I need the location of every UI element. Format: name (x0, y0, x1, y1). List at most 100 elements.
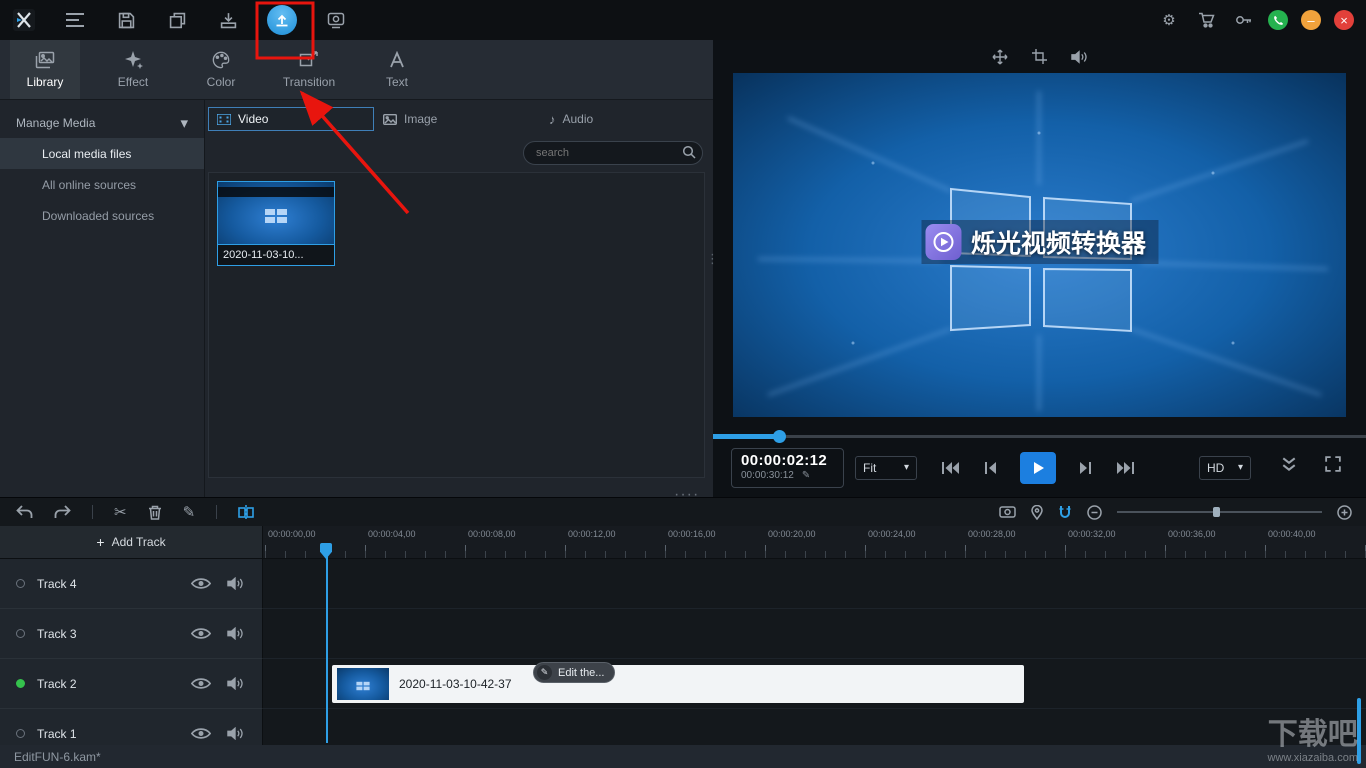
track-lane[interactable] (263, 709, 1366, 746)
media-tab-video[interactable]: Video (208, 107, 374, 131)
current-time: 00:00:02:12 (741, 452, 834, 469)
skip-to-end-icon[interactable] (1116, 461, 1135, 475)
track-enable-dot[interactable] (16, 579, 25, 588)
tab-text[interactable]: Text (362, 40, 432, 99)
track-header: Track 4 (0, 559, 263, 609)
ruler-label: 00:00:40,00 (1268, 529, 1316, 539)
tab-effect[interactable]: Effect (98, 40, 168, 99)
panel-resize-handle[interactable]: ⋮ (706, 255, 719, 262)
edit-icon[interactable]: ✎ (183, 505, 196, 520)
video-preview[interactable]: 烁光视频转换器 (733, 73, 1346, 417)
track-lane[interactable]: 2020-11-03-10-42-37 ✎ Edit the... (263, 659, 1366, 709)
eye-icon[interactable] (190, 727, 212, 740)
collapse-preview-icon[interactable] (1281, 456, 1297, 472)
key-icon[interactable] (1231, 8, 1255, 32)
previous-frame-icon[interactable] (983, 461, 997, 475)
manage-media-dropdown[interactable]: Manage Media ▾ (0, 108, 204, 138)
split-icon[interactable] (238, 505, 254, 520)
library-icon (35, 51, 55, 69)
tab-label: Effect (118, 75, 148, 89)
clip-label: 2020-11-03-10-42-37 (399, 677, 512, 691)
effect-icon (123, 51, 143, 69)
save-icon[interactable] (114, 8, 138, 32)
settings-gear-icon[interactable]: ⚙ (1157, 8, 1181, 32)
track-enable-dot[interactable] (16, 729, 25, 738)
playhead-line[interactable] (326, 545, 328, 743)
sidebar-item-local-media[interactable]: Local media files (0, 138, 204, 169)
total-time: 00:00:30:12 (741, 470, 794, 481)
search-icon[interactable] (682, 145, 696, 159)
project-filename: EditFUN-6.kam* (14, 750, 101, 764)
timeline-ruler[interactable]: 00:00:00,00 00:00:04,00 00:00:08,00 00:0… (263, 526, 1366, 559)
clip-thumbnail (337, 668, 389, 700)
redo-icon[interactable] (54, 505, 71, 519)
playback-controls: 00:00:02:12 00:00:30:12 ✎ Fit ▾ (713, 445, 1366, 493)
zoom-slider-handle[interactable] (1213, 507, 1220, 517)
play-button[interactable] (1020, 452, 1056, 484)
skip-to-start-icon[interactable] (941, 461, 960, 475)
speaker-icon[interactable] (224, 577, 246, 590)
clip-edit-tooltip[interactable]: ✎ Edit the... (533, 662, 615, 683)
media-item[interactable]: 2020-11-03-10... (217, 181, 335, 266)
speaker-icon[interactable] (224, 627, 246, 640)
video-overlay-brand: 烁光视频转换器 (921, 220, 1158, 264)
eye-icon[interactable] (190, 677, 212, 690)
move-icon[interactable] (992, 49, 1008, 65)
marker-icon[interactable] (1031, 505, 1043, 520)
crop-icon[interactable] (1032, 49, 1047, 64)
media-tab-image[interactable]: Image (374, 107, 540, 131)
sidebar-item-online-sources[interactable]: All online sources (0, 169, 204, 200)
minimize-icon[interactable]: – (1301, 10, 1321, 30)
media-tab-audio[interactable]: ♪ Audio (540, 107, 706, 131)
search-input[interactable] (523, 141, 703, 165)
upload-icon[interactable] (267, 5, 297, 35)
eye-icon[interactable] (190, 627, 212, 640)
add-track-button[interactable]: + Add Track (0, 526, 263, 559)
tab-library[interactable]: Library (10, 40, 80, 99)
tab-transition[interactable]: Transition (274, 40, 344, 99)
quality-dropdown[interactable]: HD ▾ (1199, 456, 1251, 480)
track-name: Track 3 (37, 627, 178, 641)
speaker-icon[interactable] (224, 727, 246, 740)
next-frame-icon[interactable] (1079, 461, 1093, 475)
menu-icon[interactable] (63, 8, 87, 32)
render-preview-icon[interactable] (999, 505, 1016, 519)
edit-duration-icon[interactable]: ✎ (802, 471, 810, 481)
seek-progress (713, 434, 779, 439)
zoom-out-icon[interactable] (1087, 505, 1102, 520)
ruler-label: 00:00:32,00 (1068, 529, 1116, 539)
time-display: 00:00:02:12 00:00:30:12 ✎ (731, 448, 844, 488)
media-browser: Video Image ♪ Audio (205, 100, 713, 497)
cut-icon[interactable]: ✂ (114, 505, 127, 520)
export-icon[interactable] (165, 8, 189, 32)
track-enable-dot[interactable] (16, 679, 25, 688)
vertical-scrollbar[interactable] (1357, 698, 1361, 764)
zoom-in-icon[interactable] (1337, 505, 1352, 520)
cart-icon[interactable] (1194, 8, 1218, 32)
media-tab-label: Video (238, 112, 268, 126)
zoom-slider[interactable] (1117, 511, 1322, 513)
speaker-icon[interactable] (224, 677, 246, 690)
seek-handle[interactable] (773, 430, 786, 443)
seek-bar[interactable] (713, 429, 1366, 443)
track-lane[interactable] (263, 609, 1366, 659)
import-icon[interactable] (216, 8, 240, 32)
delete-icon[interactable] (148, 505, 162, 520)
magnet-icon[interactable] (1058, 505, 1072, 520)
fit-dropdown[interactable]: Fit ▾ (855, 456, 917, 480)
tab-color[interactable]: Color (186, 40, 256, 99)
chevron-down-icon: ▾ (1238, 463, 1243, 473)
undo-icon[interactable] (16, 505, 33, 519)
timeline-resize-handle[interactable]: ···· (674, 486, 699, 504)
track-enable-dot[interactable] (16, 629, 25, 638)
eye-icon[interactable] (190, 577, 212, 590)
webcam-icon[interactable] (324, 8, 348, 32)
sidebar-item-downloaded[interactable]: Downloaded sources (0, 200, 204, 231)
preview-panel: 烁光视频转换器 00:00:02:12 00:00:30:12 ✎ Fit ▾ (713, 40, 1366, 497)
fullscreen-icon[interactable] (1325, 456, 1341, 472)
close-icon[interactable]: × (1334, 10, 1354, 30)
volume-icon[interactable] (1071, 50, 1088, 64)
track-lane[interactable] (263, 559, 1366, 609)
support-phone-icon[interactable] (1268, 10, 1288, 30)
timeline-clip[interactable]: 2020-11-03-10-42-37 ✎ Edit the... (332, 665, 1024, 703)
